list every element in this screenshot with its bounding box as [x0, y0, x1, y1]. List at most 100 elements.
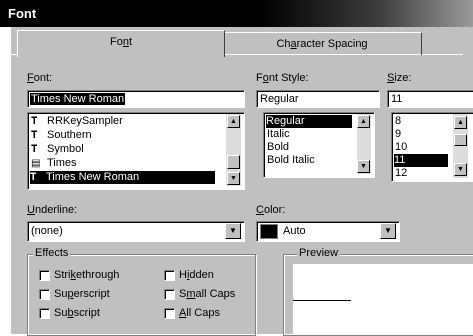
tab-character-spacing[interactable]: Character Spacing — [223, 32, 422, 55]
cb-label-a: Su — [54, 288, 68, 300]
tab-char-label-a: Ch — [276, 38, 291, 50]
cb-label-c: ethrough — [76, 269, 120, 281]
preview-area — [293, 264, 473, 334]
style-item-label: Regular — [266, 115, 305, 127]
font-list[interactable]: 𝐓 RRKeySampler 𝐓 Southern 𝐓 Symbol ▤ Times 𝐓… — [27, 112, 245, 190]
cb-label-a: H — [179, 269, 187, 281]
font-list-item[interactable]: 𝐓 Southern — [31, 129, 92, 142]
underline-label-u: U — [27, 204, 35, 216]
tab-font-label-a: Fo — [109, 36, 123, 48]
font-list-item[interactable]: 𝐓 Symbol — [31, 143, 84, 156]
style-label-a: F — [256, 72, 263, 84]
size-list-scrollbar[interactable]: ▲ ▼ — [453, 114, 468, 178]
style-item-label: Bold — [267, 141, 290, 153]
hidden-checkbox[interactable]: Hidden — [164, 269, 214, 281]
checkbox-box[interactable] — [164, 307, 175, 319]
scroll-up-icon[interactable]: ▲ — [454, 116, 467, 129]
size-list[interactable]: 8 9 10 11 12 ▲ ▼ — [391, 112, 473, 182]
underline-value: (none) — [31, 225, 63, 237]
preview-group-title: Preview — [297, 247, 341, 259]
size-item-label: 11 — [394, 154, 406, 166]
tab-font[interactable]: Font — [17, 30, 225, 57]
size-label: Size: — [387, 72, 411, 84]
scroll-down-icon[interactable]: ▼ — [454, 163, 467, 176]
tab-char-label-c: racter Spacing — [296, 38, 368, 50]
strikethrough-checkbox[interactable]: Strikethrough — [39, 269, 119, 281]
size-list-item[interactable]: 10 — [395, 141, 407, 154]
font-input-value: Times New Roman — [30, 93, 126, 105]
font-list-scrollbar[interactable]: ▲ ▼ — [226, 114, 241, 186]
scroll-thumb[interactable] — [227, 155, 240, 169]
truetype-icon: 𝐓 — [31, 116, 38, 127]
font-label-rest: ont: — [33, 72, 53, 84]
cb-label-c: all Caps — [195, 288, 236, 300]
scroll-up-icon[interactable]: ▲ — [357, 115, 370, 128]
style-list-item-selected[interactable]: Regular — [266, 115, 352, 128]
font-label: Font: — [27, 72, 52, 84]
scroll-up-icon[interactable]: ▲ — [227, 115, 240, 128]
underline-dropdown[interactable]: (none) ▼ — [27, 221, 245, 242]
chevron-down-icon[interactable]: ▼ — [380, 223, 396, 239]
size-item-label: 10 — [395, 141, 408, 153]
scroll-thumb[interactable] — [454, 134, 467, 146]
color-label-rest: olor: — [263, 204, 286, 216]
checkbox-box[interactable] — [39, 269, 50, 281]
cb-label-c: ll Caps — [186, 307, 220, 319]
cb-label-c: erscript — [73, 288, 110, 300]
effects-group-title: Effects — [33, 247, 71, 259]
size-list-item[interactable]: 12 — [395, 167, 407, 180]
size-item-label: 9 — [395, 128, 402, 140]
font-item-label: Southern — [47, 129, 92, 141]
preview-baseline-left — [293, 300, 351, 301]
truetype-icon: 𝐓 — [30, 172, 37, 183]
truetype-icon: 𝐓 — [31, 130, 38, 141]
color-dropdown[interactable]: Auto ▼ — [256, 221, 400, 242]
checkbox-box[interactable] — [164, 288, 175, 300]
printer-font-icon: ▤ — [31, 158, 41, 169]
scroll-down-icon[interactable]: ▼ — [227, 172, 240, 185]
small-caps-checkbox[interactable]: Small Caps — [164, 288, 235, 300]
size-item-label: 8 — [395, 115, 402, 127]
style-list-item[interactable]: Bold — [267, 141, 289, 154]
chevron-down-icon[interactable]: ▼ — [225, 223, 241, 239]
window-title: Font — [8, 6, 37, 21]
cb-label-a: Su — [54, 307, 68, 319]
subscript-checkbox[interactable]: Subscript — [39, 307, 100, 319]
font-input[interactable]: Times New Roman — [27, 90, 245, 108]
checkbox-box[interactable] — [39, 288, 50, 300]
font-list-item[interactable]: 𝐓 RRKeySampler — [31, 115, 123, 128]
size-item-label: 12 — [395, 167, 408, 179]
style-list-item[interactable]: Italic — [267, 128, 290, 141]
title-bar: Font — [0, 0, 473, 27]
size-label-rest: ize: — [394, 72, 412, 84]
checkbox-box[interactable] — [164, 269, 175, 281]
font-list-item-selected[interactable]: 𝐓 Times New Roman — [30, 171, 215, 184]
scroll-down-icon[interactable]: ▼ — [357, 160, 370, 173]
font-style-input[interactable]: Regular — [256, 90, 380, 108]
dialog-body: Font Character Spacing Font: Times New R… — [10, 27, 473, 336]
cb-label-c: script — [73, 307, 100, 319]
superscript-checkbox[interactable]: Superscript — [39, 288, 110, 300]
size-list-item[interactable]: 9 — [395, 128, 401, 141]
style-label-c: nt Style: — [268, 72, 309, 84]
font-item-label: Symbol — [47, 143, 84, 155]
color-swatch — [260, 224, 278, 239]
font-label-u: F — [27, 72, 34, 84]
cb-label-a: Stri — [54, 269, 71, 281]
style-item-label: Bold Italic — [267, 154, 315, 166]
tab-font-label-c: t — [128, 36, 133, 48]
size-list-item-selected[interactable]: 11 — [394, 154, 448, 167]
style-item-label: Italic — [267, 128, 290, 140]
all-caps-checkbox[interactable]: All Caps — [164, 307, 220, 319]
font-style-list[interactable]: Regular Italic Bold Bold Italic ▲ ▼ — [263, 112, 375, 178]
font-style-label: Font Style: — [256, 72, 309, 84]
size-value: 11 — [391, 93, 403, 105]
style-list-item[interactable]: Bold Italic — [267, 154, 315, 167]
underline-label: Underline: — [27, 204, 77, 216]
style-list-scrollbar[interactable]: ▲ ▼ — [357, 114, 371, 174]
font-list-item[interactable]: ▤ Times — [31, 157, 77, 170]
checkbox-box[interactable] — [39, 307, 50, 319]
cb-label-b: m — [186, 288, 196, 300]
size-input[interactable]: 11 — [387, 90, 473, 108]
size-list-item[interactable]: 8 — [395, 115, 401, 128]
